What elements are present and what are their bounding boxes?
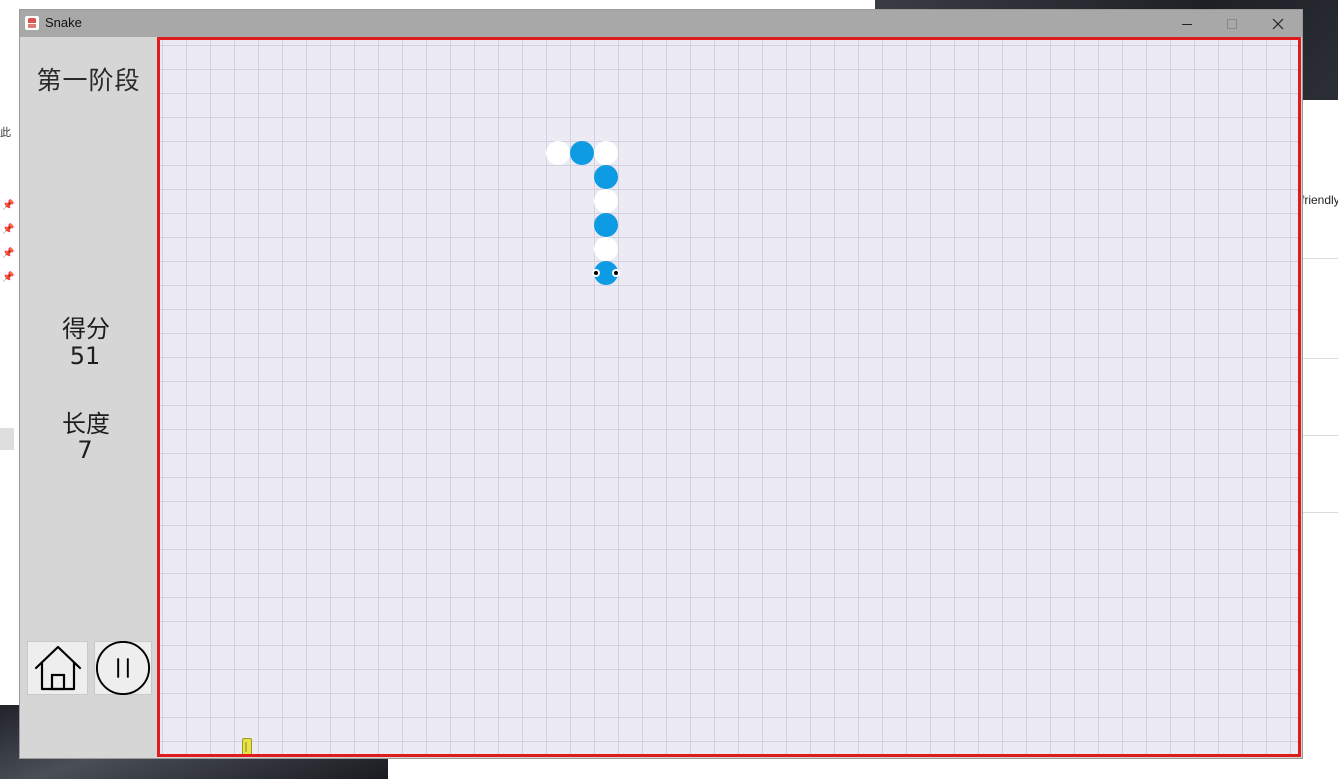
- snake-eye: [592, 269, 600, 277]
- background-item: [0, 428, 14, 450]
- stage-label: 第一阶段: [36, 66, 141, 95]
- home-icon: [34, 645, 81, 691]
- snake-head: [592, 261, 620, 285]
- background-divider: [1300, 358, 1338, 359]
- background-divider: [1300, 512, 1338, 513]
- app-icon: [25, 16, 39, 30]
- minimize-icon: [1182, 23, 1192, 25]
- snake-segment: [594, 189, 618, 213]
- window-title: Snake: [45, 15, 82, 30]
- pin-icon: 📌: [2, 224, 15, 235]
- home-button[interactable]: [27, 641, 88, 695]
- background-divider: [1300, 258, 1338, 259]
- snake-segment: [594, 213, 618, 237]
- length-value: 7: [77, 436, 93, 464]
- background-divider: [1300, 435, 1338, 436]
- score-label: 得分: [62, 315, 110, 343]
- close-button[interactable]: [1255, 10, 1301, 37]
- length-label: 长度: [62, 410, 110, 438]
- pause-button[interactable]: [94, 641, 152, 695]
- background-text: 此: [0, 127, 11, 139]
- game-board[interactable]: [157, 37, 1301, 757]
- snake-segment: [594, 165, 618, 189]
- snake-window: Snake 第一阶段 得分 51 长度 7: [20, 10, 1302, 758]
- background-window: [388, 757, 1338, 779]
- pin-icon: 📌: [2, 272, 15, 283]
- snake-segment: [594, 237, 618, 261]
- pin-icon: 📌: [2, 200, 15, 211]
- snake-segment: [570, 141, 594, 165]
- background-text: friendly: [1301, 193, 1338, 207]
- pause-icon: [95, 641, 151, 695]
- maximize-button[interactable]: [1209, 10, 1255, 37]
- sidebar: 第一阶段 得分 51 长度 7: [20, 37, 157, 758]
- close-icon: [1272, 18, 1284, 29]
- background-window: [0, 0, 20, 705]
- food-item: [242, 738, 252, 754]
- maximize-icon: [1227, 18, 1237, 29]
- score-value: 51: [69, 342, 101, 370]
- snake-eye: [612, 269, 620, 277]
- snake-segment: [594, 141, 618, 165]
- minimize-button[interactable]: [1164, 10, 1210, 37]
- snake-segment: [546, 141, 570, 165]
- title-bar[interactable]: Snake: [20, 10, 1302, 37]
- pin-icon: 📌: [2, 248, 15, 259]
